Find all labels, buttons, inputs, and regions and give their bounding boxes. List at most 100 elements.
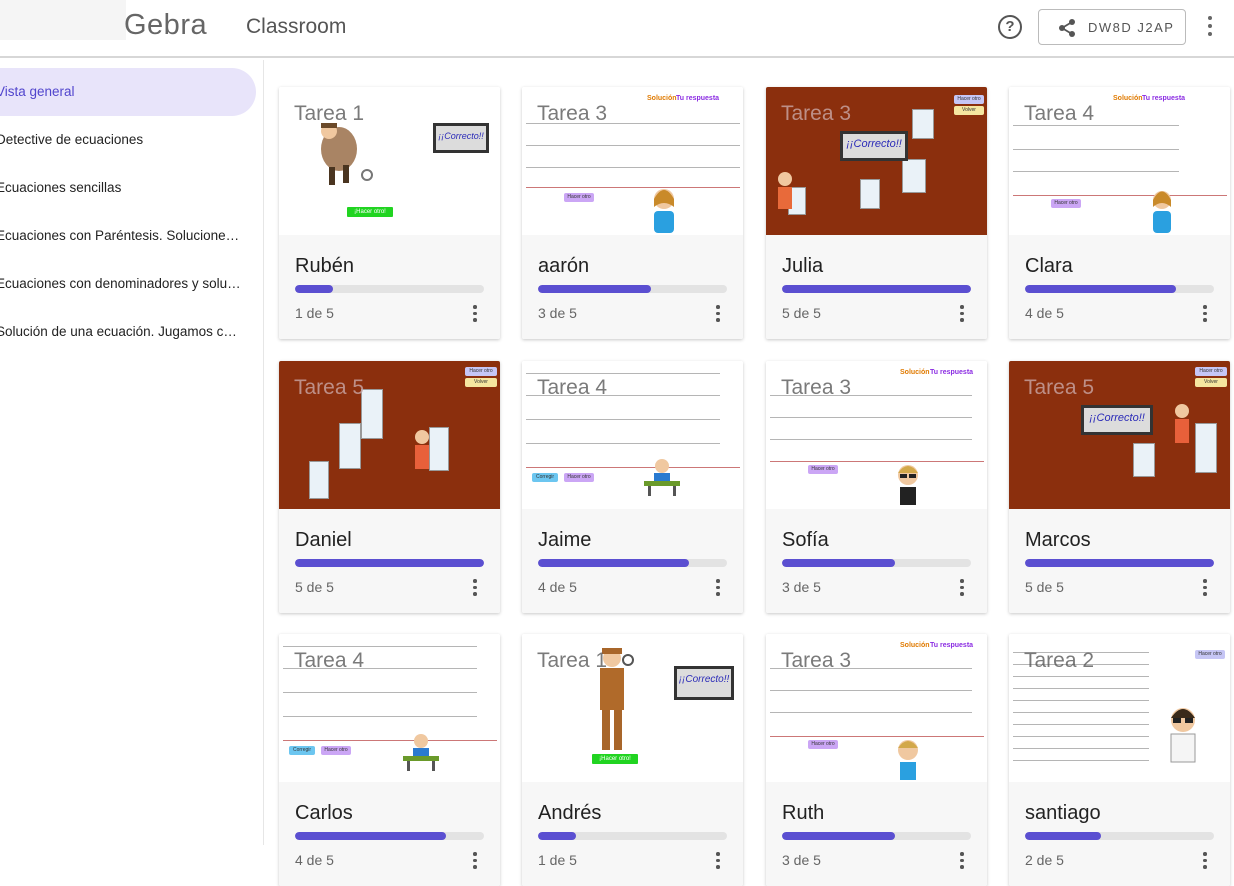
- progress-count: 3 de 5: [782, 852, 821, 868]
- student-avatar-icon: [654, 189, 674, 233]
- student-name: Jaime: [538, 529, 592, 551]
- card-footer: Daniel 5 de 5: [279, 509, 500, 613]
- answer-header: Tu respuesta: [1142, 95, 1186, 102]
- play-again-button: Hacer otro: [1195, 367, 1227, 376]
- task-thumbnail[interactable]: Tarea 3 Solución Tu respuesta Hacer otro: [522, 87, 743, 235]
- student-card[interactable]: Tarea 5 Hacer otro Volver ¡¡Correcto!! M…: [1009, 361, 1230, 613]
- more-vertical-icon[interactable]: [714, 304, 722, 324]
- sidebar-item-sencillas[interactable]: Ecuaciones sencillas: [0, 164, 256, 212]
- table-divider: [770, 461, 984, 462]
- task-thumbnail[interactable]: Tarea 3 Solución Tu respuesta Hacer otro: [766, 634, 987, 782]
- student-avatar-icon: [1153, 191, 1171, 233]
- card-footer: Julia 5 de 5: [766, 235, 987, 339]
- sidebar: Vista general Detective de ecuaciones Ec…: [0, 60, 264, 845]
- correct-badge: ¡¡Correcto!!: [840, 131, 908, 161]
- student-card[interactable]: Tarea 3 Solución Tu respuesta Hacer otro…: [522, 87, 743, 339]
- sidebar-item-vista-general[interactable]: Vista general: [0, 68, 256, 116]
- back-button: Volver: [954, 106, 984, 115]
- more-vertical-icon[interactable]: [471, 304, 479, 324]
- task-title: Tarea 1: [537, 649, 608, 672]
- student-name: Clara: [1025, 255, 1073, 277]
- task-thumbnail[interactable]: Tarea 4 Corregir Hacer otro: [279, 634, 500, 782]
- sidebar-item-detective[interactable]: Detective de ecuaciones: [0, 116, 256, 164]
- check-button: Corregir: [289, 746, 315, 755]
- help-circle-icon[interactable]: ?: [998, 15, 1022, 39]
- table-divider: [1013, 688, 1149, 689]
- play-again-button: Hacer otro: [808, 465, 838, 474]
- student-card[interactable]: Tarea 4 Corregir Hacer otro Jaime 4 de 5: [522, 361, 743, 613]
- more-vertical-icon[interactable]: [1201, 578, 1209, 598]
- progress-bar: [538, 285, 727, 293]
- progress-fill: [295, 559, 484, 567]
- table-divider: [526, 419, 720, 420]
- progress-fill: [538, 559, 690, 567]
- sidebar-item-denominadores[interactable]: Ecuaciones con denominadores y soluc...: [0, 260, 256, 308]
- progress-bar: [782, 559, 971, 567]
- student-card[interactable]: Tarea 3 Hacer otro Volver ¡¡Correcto!! J…: [766, 87, 987, 339]
- student-card[interactable]: Tarea 2 Hacer otro santiago 2 de 5: [1009, 634, 1230, 886]
- more-vertical-icon[interactable]: [471, 578, 479, 598]
- task-title: Tarea 2: [1024, 649, 1095, 672]
- more-vertical-icon[interactable]: [958, 304, 966, 324]
- task-thumbnail[interactable]: Tarea 3 Solución Tu respuesta Hacer otro: [766, 361, 987, 509]
- student-name: Daniel: [295, 529, 352, 551]
- task-thumbnail[interactable]: Tarea 3 Hacer otro Volver ¡¡Correcto!!: [766, 87, 987, 235]
- task-thumbnail[interactable]: Tarea 4 Solución Tu respuesta Hacer otro: [1009, 87, 1230, 235]
- progress-fill: [782, 832, 896, 840]
- student-name: Andrés: [538, 802, 602, 824]
- detective-icon: [321, 123, 373, 185]
- correct-badge: ¡¡Correcto!!: [433, 123, 489, 153]
- table-divider: [1013, 149, 1179, 150]
- app-logo[interactable]: Gebra: [124, 9, 207, 42]
- top-bar: Gebra Classroom ? DW8D J2AP: [0, 0, 1234, 58]
- more-vertical-icon[interactable]: [1201, 851, 1209, 871]
- progress-fill: [538, 285, 652, 293]
- more-vertical-icon[interactable]: [714, 851, 722, 871]
- task-thumbnail[interactable]: Tarea 2 Hacer otro: [1009, 634, 1230, 782]
- more-vertical-icon[interactable]: [958, 578, 966, 598]
- progress-bar: [295, 285, 484, 293]
- brand-subtitle: Classroom: [246, 15, 347, 38]
- card-footer: Carlos 4 de 5: [279, 782, 500, 886]
- student-card[interactable]: Tarea 5 Hacer otro Volver Daniel 5 de 5: [279, 361, 500, 613]
- table-divider: [283, 740, 497, 741]
- task-thumbnail[interactable]: Tarea 5 Hacer otro Volver ¡¡Correcto!!: [1009, 361, 1230, 509]
- student-card[interactable]: Tarea 1 ¡¡Correcto!! ¡Hacer otro! Andrés…: [522, 634, 743, 886]
- play-again-button: Hacer otro: [808, 740, 838, 749]
- student-name: Marcos: [1025, 529, 1091, 551]
- student-card[interactable]: Tarea 4 Corregir Hacer otro Carlos 4 de …: [279, 634, 500, 886]
- solution-header: Solución: [1113, 95, 1143, 102]
- more-vertical-icon[interactable]: [1201, 304, 1209, 324]
- task-title: Tarea 1: [294, 102, 365, 125]
- table-divider: [1013, 724, 1149, 725]
- sidebar-item-parentesis[interactable]: Ecuaciones con Paréntesis. Soluciones ..…: [0, 212, 256, 260]
- more-vertical-icon[interactable]: [714, 578, 722, 598]
- progress-bar: [295, 832, 484, 840]
- share-code-button[interactable]: DW8D J2AP: [1038, 9, 1186, 45]
- more-vertical-icon[interactable]: [958, 851, 966, 871]
- progress-count: 1 de 5: [538, 852, 577, 868]
- student-name: Carlos: [295, 802, 353, 824]
- task-thumbnail[interactable]: Tarea 4 Corregir Hacer otro: [522, 361, 743, 509]
- more-vertical-icon[interactable]: [1204, 14, 1216, 40]
- task-thumbnail[interactable]: Tarea 1 ¡¡Correcto!! ¡Hacer otro!: [522, 634, 743, 782]
- task-thumbnail[interactable]: Tarea 1 ¡¡Correcto!! ¡Hacer otro!: [279, 87, 500, 235]
- student-card[interactable]: Tarea 3 Solución Tu respuesta Hacer otro…: [766, 361, 987, 613]
- student-card[interactable]: Tarea 4 Solución Tu respuesta Hacer otro…: [1009, 87, 1230, 339]
- student-card[interactable]: Tarea 1 ¡¡Correcto!! ¡Hacer otro! Rubén …: [279, 87, 500, 339]
- table-divider: [770, 439, 972, 440]
- student-avatar-icon: [898, 740, 918, 780]
- task-thumbnail[interactable]: Tarea 5 Hacer otro Volver: [279, 361, 500, 509]
- card-footer: santiago 2 de 5: [1009, 782, 1230, 886]
- sidebar-item-solucion[interactable]: Solución de una ecuación. Jugamos co...: [0, 308, 256, 356]
- student-card[interactable]: Tarea 3 Solución Tu respuesta Hacer otro…: [766, 634, 987, 886]
- sidebar-item-label: Detective de ecuaciones: [0, 132, 144, 147]
- more-vertical-icon[interactable]: [471, 851, 479, 871]
- student-grid: Tarea 1 ¡¡Correcto!! ¡Hacer otro! Rubén …: [266, 60, 1234, 886]
- sidebar-item-label: Ecuaciones con denominadores y soluc...: [0, 276, 242, 291]
- card-footer: Rubén 1 de 5: [279, 235, 500, 339]
- play-again-button: ¡Hacer otro!: [592, 754, 638, 764]
- table-divider: [1013, 736, 1149, 737]
- table-divider: [526, 467, 740, 468]
- student-at-desk-icon: [403, 734, 439, 771]
